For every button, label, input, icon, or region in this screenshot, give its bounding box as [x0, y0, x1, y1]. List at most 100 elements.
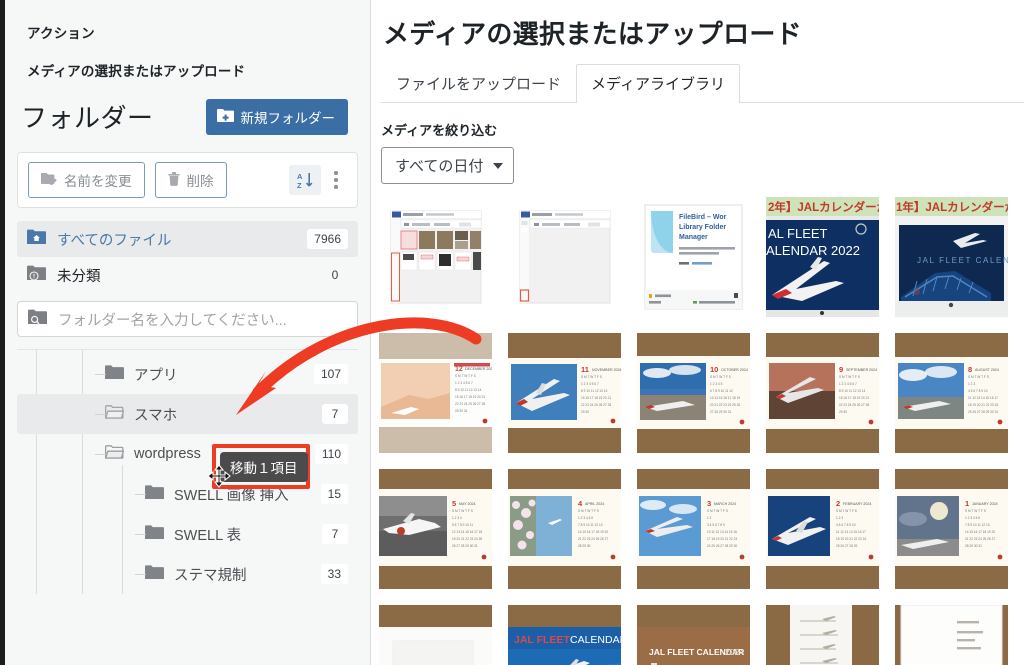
- tab-media-library[interactable]: メディアライブラリ: [576, 64, 740, 104]
- svg-text:AUGUST 2024: AUGUST 2024: [975, 368, 999, 372]
- svg-text:8 9 10 11 12 13 14: 8 9 10 11 12 13 14: [455, 388, 482, 392]
- tree-connector: [135, 534, 146, 535]
- tree-item-stema-kisei[interactable]: ステマ規制 33: [17, 554, 358, 594]
- media-item[interactable]: 2 FEBRUARY 2024 S M T W T F S 1 2 3 4 5 …: [766, 469, 879, 589]
- date-filter-select[interactable]: すべての日付: [381, 147, 515, 184]
- svg-text:11: 11: [581, 365, 589, 374]
- delete-folder-button[interactable]: 削除: [154, 162, 227, 198]
- thumbnail-calendar-1: 1 JANUARY 2024 S M T W T F S 1 2 3 4 5 6…: [895, 469, 1008, 589]
- tree-item-swell-table[interactable]: SWELL 表 7: [17, 514, 358, 554]
- media-item[interactable]: 11 NOVEMBER 2024 S M T W T F S 1 2 3 4 5…: [508, 333, 621, 453]
- tree-item-label: スマホ: [134, 407, 178, 424]
- folder-open-icon: [104, 404, 125, 424]
- tree-connector: [135, 494, 146, 495]
- all-files-count: 7966: [307, 229, 348, 249]
- media-item[interactable]: JAL FLEET CALENDAR 2024: [766, 605, 879, 665]
- svg-text:JAL FLEET CALENDAR 202: JAL FLEET CALENDAR 202: [917, 256, 1008, 265]
- media-item[interactable]: 9 SEPTEMBER 2024 S M T W T F S 1 2 3 4 5…: [766, 333, 879, 453]
- tree-item-apuri[interactable]: アプリ 107: [17, 354, 358, 394]
- kebab-menu-icon[interactable]: [325, 165, 347, 195]
- svg-text:22 23 24 25 26 27 28: 22 23 24 25 26 27 28: [581, 403, 611, 407]
- svg-text:28 29 30 31: 28 29 30 31: [965, 544, 982, 548]
- new-folder-button[interactable]: 新規フォルダー: [205, 98, 348, 135]
- svg-text:1: 1: [965, 499, 969, 508]
- svg-text:Z: Z: [297, 181, 302, 190]
- media-item[interactable]: 4 APRIL 2024 S M T W T F S 1 2 3 4 5 6 7…: [508, 469, 621, 589]
- filter-heading: メディアを絞り込む: [381, 123, 498, 138]
- svg-text:4 5 6 7 8 9 10: 4 5 6 7 8 9 10: [968, 389, 988, 393]
- svg-text:29 30: 29 30: [839, 410, 847, 414]
- svg-text:S M T W T F S: S M T W T F S: [968, 375, 989, 379]
- sort-az-icon[interactable]: A Z: [289, 165, 321, 195]
- tree-item-count: 7: [322, 404, 348, 424]
- media-item[interactable]: 8 AUGUST 2024 S M T W T F S 1 2 3 4 5 6 …: [895, 333, 1008, 453]
- page-title: メディアの選択またはアップロード: [383, 19, 802, 49]
- svg-text:MARCH 2024: MARCH 2024: [714, 502, 736, 506]
- media-item[interactable]: 3 MARCH 2024 S M T W T F S 1 2 3 4 5 6 7…: [637, 469, 750, 589]
- svg-text:10: 10: [710, 365, 718, 374]
- svg-text:9: 9: [839, 365, 843, 374]
- svg-text:21 22 23 24 25 26 27: 21 22 23 24 25 26 27: [578, 537, 608, 541]
- media-item[interactable]: 1 JANUARY 2024 S M T W T F S 1 2 3 4 5 6…: [895, 469, 1008, 589]
- tree-item-count: 33: [320, 564, 348, 584]
- svg-text:26 27 28 29 30 31: 26 27 28 29 30 31: [452, 544, 478, 548]
- media-item[interactable]: 1年】JALカレンダーが届 JAL FLEET CALENDAR 202: [895, 197, 1008, 317]
- svg-text:4 5 6 7 8 9 10: 4 5 6 7 8 9 10: [836, 523, 856, 527]
- media-item[interactable]: 2年】JALカレンダーが届き AL FLEET ALENDAR 2022: [766, 197, 879, 317]
- svg-text:JAL FLEET: JAL FLEET: [514, 634, 570, 646]
- svg-text:SEPTEMBER 2024: SEPTEMBER 2024: [846, 368, 877, 372]
- svg-text:3 4 5 6 7 8 9: 3 4 5 6 7 8 9: [707, 523, 725, 527]
- folder-pencil-icon: [41, 172, 57, 188]
- media-item[interactable]: JAL FLEET CALENDAR 2024: [508, 605, 621, 665]
- tree-item-label: SWELL 表: [174, 527, 242, 544]
- media-item[interactable]: 12 DECEMBER 2024 S M T W T F S 1 2 3 4 5…: [379, 333, 492, 453]
- svg-text:JANUARY 2024: JANUARY 2024: [972, 502, 998, 506]
- tree-item-label: アプリ: [134, 367, 178, 384]
- svg-text:8: 8: [968, 365, 972, 374]
- thumbnail-calendar-8: 8 AUGUST 2024 S M T W T F S 1 2 3 4 5 6 …: [895, 333, 1008, 453]
- svg-text:S M T W T F S: S M T W T F S: [578, 509, 599, 513]
- media-item[interactable]: 5 MAY 2024 S M T W T F S 1 2 3 4 5 6 7 8…: [379, 469, 492, 589]
- svg-text:Manager: Manager: [679, 234, 708, 241]
- media-item[interactable]: 10 OCTOBER 2024 S M T W T F S 1 2 3 4 5 …: [637, 333, 750, 453]
- folder-home-icon: [27, 229, 46, 249]
- media-item[interactable]: [508, 197, 621, 317]
- tab-upload-files[interactable]: ファイルをアップロード: [381, 64, 576, 103]
- svg-text:FEBRUARY 2024: FEBRUARY 2024: [843, 502, 871, 506]
- svg-text:1年】JALカレンダーが届: 1年】JALカレンダーが届: [896, 200, 1008, 214]
- svg-text:15 16 17 18 19 20 21: 15 16 17 18 19 20 21: [455, 395, 485, 399]
- sidebar-item-all-files[interactable]: すべてのファイル 7966: [17, 221, 358, 257]
- chevron-down-icon: [493, 162, 504, 169]
- svg-text:10 11 12 13 14 15 16: 10 11 12 13 14 15 16: [707, 530, 737, 534]
- folder-search-input[interactable]: フォルダー名を入力してください...: [17, 301, 358, 337]
- sidebar-item-uncategorized[interactable]: 未分類 0: [17, 257, 358, 293]
- folder-panel-title: フォルダー: [21, 103, 154, 133]
- thumbnail-jal-calendar-2022: 2年】JALカレンダーが届き AL FLEET ALENDAR 2022: [766, 197, 879, 317]
- media-item[interactable]: [895, 605, 1008, 665]
- thumbnail-calendar-4: 4 APRIL 2024 S M T W T F S 1 2 3 4 5 6 7…: [508, 469, 621, 589]
- svg-text:A: A: [297, 172, 303, 181]
- rename-folder-button[interactable]: 名前を変更: [28, 162, 145, 198]
- svg-text:1 2 3 4 5 6 7: 1 2 3 4 5 6 7: [839, 382, 857, 386]
- tree-item-sumaho[interactable]: スマホ 7: [17, 394, 358, 434]
- media-item[interactable]: [379, 605, 492, 665]
- svg-text:S M T W T F S: S M T W T F S: [452, 509, 473, 513]
- svg-text:S M T W T F S: S M T W T F S: [581, 375, 602, 379]
- svg-text:24 25 26 27 28 29 30: 24 25 26 27 28 29 30: [707, 544, 737, 548]
- folder-toolbar: 名前を変更 削除 A Z: [17, 152, 358, 208]
- svg-text:25 26 27 28 29 30 31: 25 26 27 28 29 30 31: [968, 410, 998, 414]
- svg-text:12 13 14 15 16 17 18: 12 13 14 15 16 17 18: [452, 530, 482, 534]
- thumbnail-document-sheet: [895, 605, 1008, 665]
- action-heading: アクション: [27, 26, 95, 41]
- media-item[interactable]: [379, 197, 492, 317]
- media-item[interactable]: JAL FLEET CALENDAR 2024: [637, 605, 750, 665]
- new-folder-label: 新規フォルダー: [240, 110, 336, 126]
- svg-text:MAY 2024: MAY 2024: [459, 502, 475, 506]
- svg-text:7 8 9 10 11 12 13: 7 8 9 10 11 12 13: [965, 523, 990, 527]
- tree-item-label: ステマ規制: [174, 567, 247, 584]
- svg-text:6 7 8 9 10 11 12: 6 7 8 9 10 11 12: [710, 389, 733, 393]
- media-item[interactable]: FileBird – Wor Library Folder Manager: [637, 197, 750, 317]
- trash-icon: [168, 171, 180, 189]
- svg-text:DECEMBER 2024: DECEMBER 2024: [465, 367, 492, 371]
- thumbnail-calendar-9: 9 SEPTEMBER 2024 S M T W T F S 1 2 3 4 5…: [766, 333, 879, 453]
